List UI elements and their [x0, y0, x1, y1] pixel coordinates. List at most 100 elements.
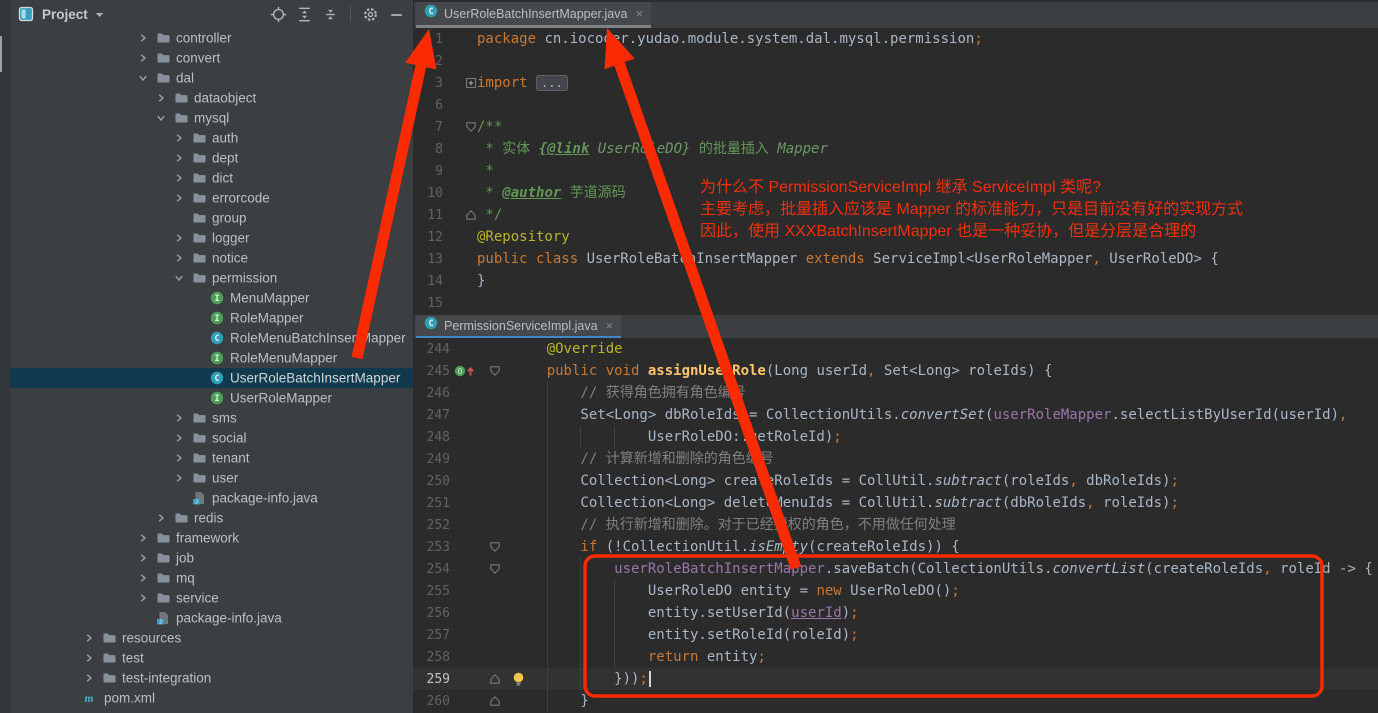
project-panel-title[interactable]: Project [42, 7, 88, 22]
chevron-right-icon[interactable] [84, 633, 94, 643]
tree-item-mysql[interactable]: mysql [10, 108, 413, 128]
tree-item-redis[interactable]: redis [10, 508, 413, 528]
expand-all-icon[interactable] [296, 6, 313, 23]
tree-item-permission[interactable]: permission [10, 268, 413, 288]
fold-up-icon[interactable] [465, 209, 477, 221]
tab-userrolebatchinsertmapper-java[interactable]: C UserRoleBatchInsertMapper.java × [416, 2, 651, 28]
tree-item-menumapper[interactable]: IMenuMapper [10, 288, 413, 308]
chevron-right-icon[interactable] [174, 433, 184, 443]
code-line-260[interactable]: 260} [413, 690, 1378, 712]
fold-down-icon[interactable] [489, 541, 501, 553]
editor-top-code[interactable]: 1package cn.iocoder.yudao.module.system.… [413, 28, 1378, 315]
chevron-down-icon[interactable] [95, 5, 104, 23]
fold-down-icon[interactable] [489, 365, 501, 377]
tree-item-tenant[interactable]: tenant [10, 448, 413, 468]
locate-icon[interactable] [270, 6, 287, 23]
code-line-7[interactable]: 7/** [413, 116, 1378, 138]
code-line-247[interactable]: 247Set<Long> dbRoleIds = CollectionUtils… [413, 404, 1378, 426]
fold-down-icon[interactable] [489, 563, 501, 575]
code-line-250[interactable]: 250Collection<Long> createRoleIds = Coll… [413, 470, 1378, 492]
tree-item-test-integration[interactable]: test-integration [10, 668, 413, 688]
tree-item-userrolemapper[interactable]: IUserRoleMapper [10, 388, 413, 408]
fold-plus-icon[interactable] [465, 77, 477, 89]
tree-item-rolemenumapper[interactable]: IRoleMenuMapper [10, 348, 413, 368]
code-line-251[interactable]: 251Collection<Long> deleteMenuIds = Coll… [413, 492, 1378, 514]
code-line-259[interactable]: 259})); [413, 668, 1378, 690]
code-line-256[interactable]: 256entity.setUserId(userId); [413, 602, 1378, 624]
fold-down-icon[interactable] [465, 121, 477, 133]
tree-item-sms[interactable]: sms [10, 408, 413, 428]
chevron-right-icon[interactable] [138, 53, 148, 63]
code-line-244[interactable]: 244@Override [413, 338, 1378, 360]
code-line-258[interactable]: 258return entity; [413, 646, 1378, 668]
code-line-2[interactable]: 2 [413, 50, 1378, 72]
chevron-right-icon[interactable] [174, 233, 184, 243]
chevron-down-icon[interactable] [138, 73, 148, 83]
code-line-253[interactable]: 253if (!CollectionUtil.isEmpty(createRol… [413, 536, 1378, 558]
settings-icon[interactable] [362, 6, 379, 23]
chevron-right-icon[interactable] [138, 533, 148, 543]
hide-icon[interactable] [388, 6, 405, 23]
tree-item-user[interactable]: user [10, 468, 413, 488]
tree-item-controller[interactable]: controller [10, 28, 413, 48]
tree-item-resources[interactable]: resources [10, 628, 413, 648]
close-icon[interactable]: × [606, 319, 614, 332]
tree-item-dict[interactable]: dict [10, 168, 413, 188]
chevron-down-icon[interactable] [156, 113, 166, 123]
tree-item-pom-xml[interactable]: mpom.xml [10, 688, 413, 708]
tree-item-package-info-java[interactable]: Jpackage-info.java [10, 488, 413, 508]
code-line-14[interactable]: 14} [413, 270, 1378, 292]
tree-item-errorcode[interactable]: errorcode [10, 188, 413, 208]
code-line-245[interactable]: 245Opublic void assignUserRole(Long user… [413, 360, 1378, 382]
close-icon[interactable]: × [635, 7, 643, 20]
chevron-right-icon[interactable] [174, 413, 184, 423]
tree-item-rolemapper[interactable]: IRoleMapper [10, 308, 413, 328]
chevron-right-icon[interactable] [174, 193, 184, 203]
bulb-icon[interactable] [512, 672, 525, 687]
tree-item-package-info-java[interactable]: Jpackage-info.java [10, 608, 413, 628]
code-line-249[interactable]: 249// 计算新增和删除的角色编号 [413, 448, 1378, 470]
chevron-right-icon[interactable] [174, 173, 184, 183]
chevron-right-icon[interactable] [174, 453, 184, 463]
code-line-252[interactable]: 252// 执行新增和删除。对于已经授权的角色，不用做任何处理 [413, 514, 1378, 536]
code-line-15[interactable]: 15 [413, 292, 1378, 314]
code-line-254[interactable]: 254userRoleBatchInsertMapper.saveBatch(C… [413, 558, 1378, 580]
tree-item-logger[interactable]: logger [10, 228, 413, 248]
code-line-246[interactable]: 246// 获得角色拥有角色编号 [413, 382, 1378, 404]
tree-item-userrolebatchinsertmapper[interactable]: CUserRoleBatchInsertMapper [10, 368, 413, 388]
chevron-right-icon[interactable] [138, 573, 148, 583]
tree-item-dept[interactable]: dept [10, 148, 413, 168]
chevron-right-icon[interactable] [138, 593, 148, 603]
tree-item-dal[interactable]: dal [10, 68, 413, 88]
tree-item-group[interactable]: group [10, 208, 413, 228]
chevron-right-icon[interactable] [174, 253, 184, 263]
chevron-right-icon[interactable] [174, 473, 184, 483]
chevron-right-icon[interactable] [138, 33, 148, 43]
chevron-right-icon[interactable] [156, 93, 166, 103]
editor-bottom-code[interactable]: 244@Override245Opublic void assignUserRo… [413, 338, 1378, 713]
tree-item-mq[interactable]: mq [10, 568, 413, 588]
tree-item-test[interactable]: test [10, 648, 413, 668]
code-line-248[interactable]: 248UserRoleDO::getRoleId); [413, 426, 1378, 448]
chevron-down-icon[interactable] [174, 273, 184, 283]
code-line-6[interactable]: 6 [413, 94, 1378, 116]
tree-item-auth[interactable]: auth [10, 128, 413, 148]
tree-item-dataobject[interactable]: dataobject [10, 88, 413, 108]
collapse-all-icon[interactable] [322, 6, 339, 23]
chevron-right-icon[interactable] [174, 153, 184, 163]
code-line-13[interactable]: 13public class UserRoleBatchInsertMapper… [413, 248, 1378, 270]
code-line-8[interactable]: 8 * 实体 {@link UserRoleDO} 的批量插入 Mapper [413, 138, 1378, 160]
code-line-255[interactable]: 255UserRoleDO entity = new UserRoleDO(); [413, 580, 1378, 602]
chevron-right-icon[interactable] [156, 513, 166, 523]
fold-up-icon[interactable] [489, 695, 501, 707]
tab-permissionserviceimpl-java[interactable]: C PermissionServiceImpl.java × [416, 315, 621, 338]
tree-item-framework[interactable]: framework [10, 528, 413, 548]
tree-item-service[interactable]: service [10, 588, 413, 608]
code-line-1[interactable]: 1package cn.iocoder.yudao.module.system.… [413, 28, 1378, 50]
tree-item-notice[interactable]: notice [10, 248, 413, 268]
fold-up-icon[interactable] [489, 673, 501, 685]
code-line-257[interactable]: 257entity.setRoleId(roleId); [413, 624, 1378, 646]
chevron-right-icon[interactable] [174, 133, 184, 143]
tree-item-rolemenubatchinsertmapper[interactable]: CRoleMenuBatchInsertMapper [10, 328, 413, 348]
tree-item-social[interactable]: social [10, 428, 413, 448]
